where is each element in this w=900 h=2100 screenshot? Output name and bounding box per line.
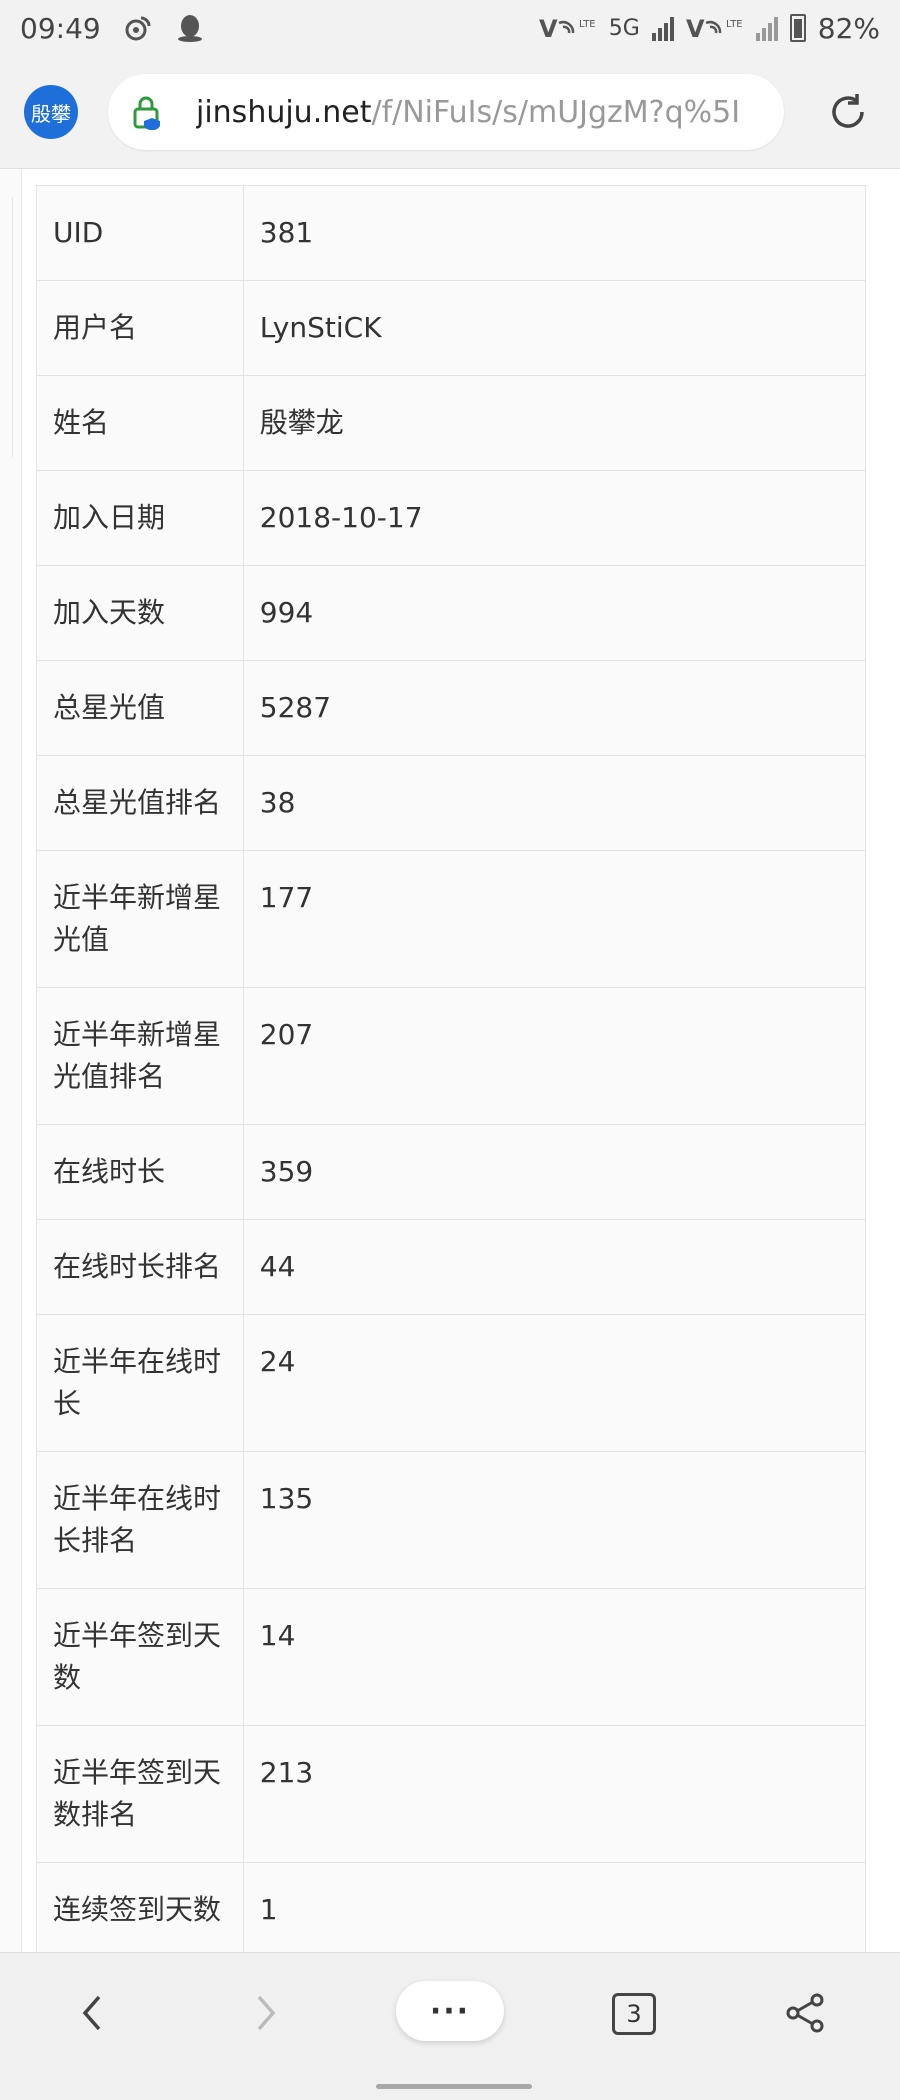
- site-avatar[interactable]: 殷攀: [24, 85, 78, 139]
- page-content[interactable]: UID 381 用户名 LynStiCK 姓名 殷攀龙 加入日期 2018-10-17 加入天数…: [0, 168, 900, 1952]
- profile-table: UID 381 用户名 LynStiCK 姓名 殷攀龙 加入日期 2018-10-17 加入天数…: [36, 185, 867, 1952]
- field-value: 44: [242, 1219, 867, 1315]
- url-host: jinshuju.net: [196, 94, 372, 130]
- table-row: 姓名 殷攀龙: [36, 375, 867, 471]
- table-row: UID 381: [36, 185, 867, 281]
- field-value: 207: [242, 987, 867, 1125]
- field-label: UID: [36, 185, 244, 281]
- browser-toolbar: 殷攀 jinshuju.net/f/NiFuIs/s/mUJgzM?q%5I: [0, 56, 900, 168]
- table-row: 加入天数 994: [36, 565, 867, 661]
- field-label: 姓名: [36, 375, 244, 471]
- share-button[interactable]: [778, 1981, 834, 2045]
- field-label: 近半年在线时长: [36, 1314, 244, 1452]
- signal-icon: [651, 15, 674, 41]
- field-label: 近半年签到天数排名: [36, 1725, 244, 1863]
- field-label: 加入日期: [36, 470, 244, 566]
- table-row: 总星光值排名 38: [36, 755, 867, 851]
- table-row: 总星光值 5287: [36, 660, 867, 756]
- field-label: 近半年新增星光值排名: [36, 987, 244, 1125]
- status-time: 09:49: [20, 11, 101, 45]
- field-value: 135: [242, 1451, 867, 1589]
- svg-text:V: V: [686, 15, 705, 43]
- svg-text:LTE: LTE: [579, 19, 596, 30]
- status-bar: 09:49 V LTE 5G V LTE 82%: [0, 0, 900, 56]
- field-label: 在线时长排名: [36, 1219, 244, 1315]
- table-row: 用户名 LynStiCK: [36, 280, 867, 376]
- table-row: 近半年签到天数排名 213: [36, 1725, 867, 1863]
- table-row: 近半年新增星光值 177: [36, 850, 867, 988]
- menu-button[interactable]: ···: [396, 1981, 504, 2041]
- field-value: 殷攀龙: [242, 375, 867, 471]
- address-bar[interactable]: jinshuju.net/f/NiFuIs/s/mUJgzM?q%5I: [108, 74, 784, 150]
- table-row: 近半年在线时长排名 135: [36, 1451, 867, 1589]
- table-row: 近半年新增星光值排名 207: [36, 987, 867, 1125]
- field-value: 24: [242, 1314, 867, 1452]
- table-row: 在线时长排名 44: [36, 1219, 867, 1315]
- signal-icon: [755, 15, 778, 41]
- tabs-button[interactable]: 3: [612, 1993, 656, 2035]
- field-label: 近半年签到天数: [36, 1588, 244, 1726]
- field-label: 近半年在线时长排名: [36, 1451, 244, 1589]
- field-label: 总星光值排名: [36, 755, 244, 851]
- url-path: /f/NiFuIs/s/mUJgzM?q%5I: [371, 94, 741, 130]
- reload-button[interactable]: [820, 84, 876, 140]
- field-label: 总星光值: [36, 660, 244, 756]
- field-label: 加入天数: [36, 565, 244, 661]
- field-label: 连续签到天数: [36, 1862, 244, 1952]
- field-value: 177: [242, 850, 867, 988]
- field-value: 5287: [242, 660, 867, 756]
- network-type: 5G: [608, 15, 640, 41]
- volte-icon: V LTE: [686, 15, 743, 43]
- home-indicator[interactable]: [376, 2084, 532, 2089]
- battery-percent: 82%: [817, 11, 880, 45]
- url-text[interactable]: jinshuju.net/f/NiFuIs/s/mUJgzM?q%5I: [196, 95, 752, 130]
- field-value: 38: [242, 755, 867, 851]
- share-icon: [786, 1993, 824, 2033]
- chevron-left-icon: [82, 1995, 101, 2031]
- field-value: 1: [242, 1862, 867, 1952]
- back-button[interactable]: [64, 1981, 120, 2045]
- qq-icon: [177, 15, 202, 42]
- svg-text:LTE: LTE: [726, 19, 743, 30]
- field-value: 213: [242, 1725, 867, 1863]
- field-value: LynStiCK: [242, 280, 867, 376]
- field-value: 2018-10-17: [242, 470, 867, 566]
- field-label: 在线时长: [36, 1124, 244, 1220]
- battery-icon: [789, 14, 806, 42]
- field-value: 994: [242, 565, 867, 661]
- field-value: 381: [242, 185, 867, 281]
- table-row: 加入日期 2018-10-17: [36, 470, 867, 566]
- field-value: 359: [242, 1124, 867, 1220]
- table-row: 连续签到天数 1: [36, 1862, 867, 1952]
- lock-icon[interactable]: [132, 94, 162, 130]
- field-label: 用户名: [36, 280, 244, 376]
- browser-bottom-bar: ··· 3: [0, 1952, 900, 2100]
- forward-button[interactable]: [238, 1981, 294, 2045]
- volte-icon: V LTE: [539, 15, 596, 43]
- left-edge: [0, 169, 22, 1952]
- table-row: 在线时长 359: [36, 1124, 867, 1220]
- weibo-icon: [125, 16, 151, 41]
- field-value: 14: [242, 1588, 867, 1726]
- chevron-right-icon: [257, 1995, 276, 2031]
- table-row: 近半年在线时长 24: [36, 1314, 867, 1452]
- reload-icon: [832, 94, 864, 128]
- field-label: 近半年新增星光值: [36, 850, 244, 988]
- svg-text:V: V: [539, 15, 558, 43]
- table-row: 近半年签到天数 14: [36, 1588, 867, 1726]
